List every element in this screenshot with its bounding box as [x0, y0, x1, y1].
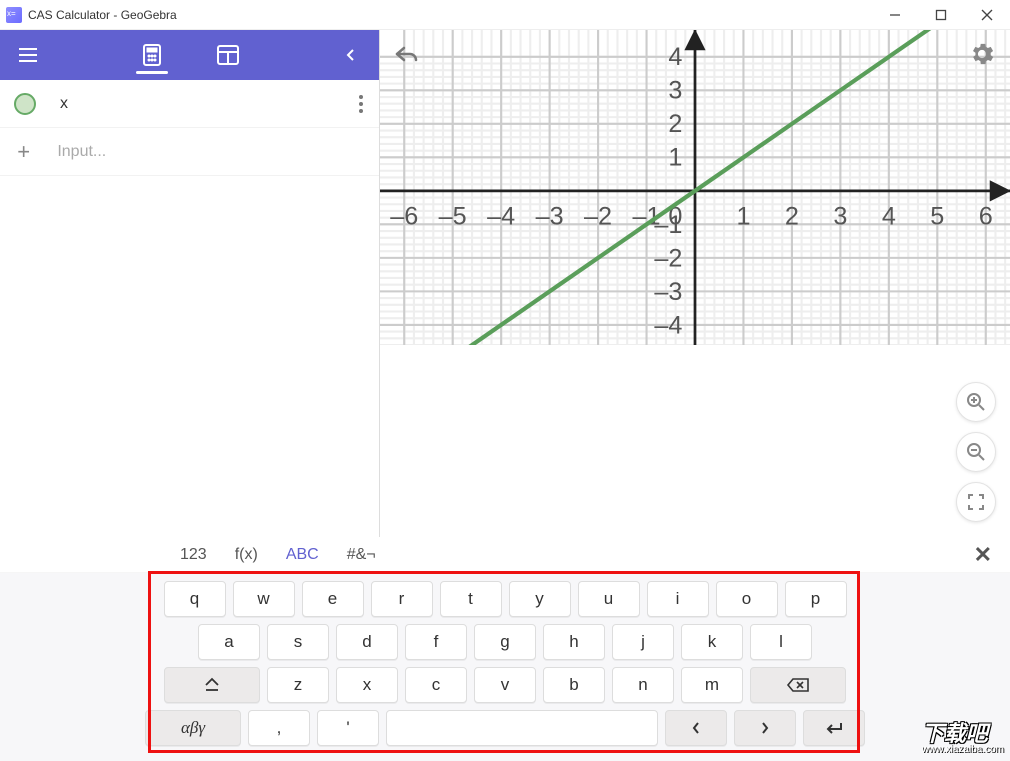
key-apostrophe[interactable]: '	[317, 710, 379, 746]
svg-text:–4: –4	[487, 202, 515, 230]
input-field[interactable]	[57, 143, 371, 161]
settings-button[interactable]	[968, 40, 996, 71]
key-m[interactable]: m	[681, 667, 743, 703]
zoom-in-button[interactable]	[956, 382, 996, 422]
kb-row-2: a s d f g h j k l	[0, 624, 1010, 660]
svg-text:3: 3	[833, 202, 847, 230]
window-title: CAS Calculator - GeoGebra	[28, 8, 872, 22]
key-e[interactable]: e	[302, 581, 364, 617]
view-switcher	[56, 30, 323, 80]
svg-text:–6: –6	[390, 202, 418, 230]
undo-button[interactable]	[394, 44, 420, 67]
key-c[interactable]: c	[405, 667, 467, 703]
table-view-button[interactable]	[208, 30, 248, 80]
key-left[interactable]	[665, 710, 727, 746]
svg-text:5: 5	[930, 202, 944, 230]
keyboard-close-button[interactable]: ✕	[974, 542, 992, 568]
keyboard-tabs: 123 f(x) ABC #&¬ ✕	[0, 537, 1010, 573]
svg-text:3: 3	[668, 77, 682, 105]
key-p[interactable]: p	[785, 581, 847, 617]
kb-row-4: αβγ , '	[0, 710, 1010, 746]
kb-row-1: q w e r t y u i o p	[0, 581, 1010, 617]
keyboard-board: q w e r t y u i o p a s d f g h j k l z …	[0, 573, 1010, 761]
svg-text:4: 4	[882, 202, 896, 230]
svg-text:2: 2	[785, 202, 799, 230]
key-backspace[interactable]	[750, 667, 846, 703]
svg-text:–5: –5	[439, 202, 467, 230]
app-icon	[6, 7, 22, 23]
minimize-button[interactable]	[872, 0, 918, 30]
row-more-button[interactable]	[351, 95, 371, 113]
key-n[interactable]: n	[612, 667, 674, 703]
expression-row[interactable]: x	[0, 80, 379, 128]
key-w[interactable]: w	[233, 581, 295, 617]
kb-tab-123[interactable]: 123	[180, 546, 207, 564]
svg-text:2: 2	[668, 110, 682, 138]
key-f[interactable]: f	[405, 624, 467, 660]
zoom-out-button[interactable]	[956, 432, 996, 472]
calc-view-button[interactable]	[132, 30, 172, 80]
key-y[interactable]: y	[509, 581, 571, 617]
svg-text:1: 1	[668, 144, 682, 172]
svg-text:–4: –4	[654, 311, 682, 339]
key-u[interactable]: u	[578, 581, 640, 617]
graph-panel[interactable]: –6–5–4–3–2–1123456–4–3–2–112340	[380, 30, 1010, 536]
key-t[interactable]: t	[440, 581, 502, 617]
virtual-keyboard: 123 f(x) ABC #&¬ ✕ q w e r t y u i o p a…	[0, 537, 1010, 761]
cas-toolbar	[0, 30, 379, 80]
collapse-panel-button[interactable]	[323, 30, 379, 80]
svg-text:6: 6	[979, 202, 993, 230]
window-titlebar: CAS Calculator - GeoGebra	[0, 0, 1010, 30]
key-comma[interactable]: ,	[248, 710, 310, 746]
window-controls	[872, 0, 1010, 30]
input-row[interactable]: +	[0, 128, 379, 176]
svg-text:4: 4	[668, 43, 682, 71]
key-space[interactable]	[386, 710, 658, 746]
zoom-controls	[956, 382, 996, 522]
maximize-button[interactable]	[918, 0, 964, 30]
key-z[interactable]: z	[267, 667, 329, 703]
menu-button[interactable]	[0, 30, 56, 80]
expression-text: x	[60, 95, 351, 113]
key-greek[interactable]: αβγ	[145, 710, 241, 746]
key-o[interactable]: o	[716, 581, 778, 617]
key-enter[interactable]	[803, 710, 865, 746]
kb-tab-fx[interactable]: f(x)	[235, 546, 258, 564]
key-r[interactable]: r	[371, 581, 433, 617]
svg-text:–3: –3	[654, 278, 682, 306]
key-x[interactable]: x	[336, 667, 398, 703]
key-q[interactable]: q	[164, 581, 226, 617]
kb-tab-abc[interactable]: ABC	[286, 546, 319, 564]
svg-text:1: 1	[736, 202, 750, 230]
key-right[interactable]	[734, 710, 796, 746]
svg-text:–3: –3	[536, 202, 564, 230]
key-shift[interactable]	[164, 667, 260, 703]
key-h[interactable]: h	[543, 624, 605, 660]
add-icon: +	[14, 139, 33, 165]
key-s[interactable]: s	[267, 624, 329, 660]
key-l[interactable]: l	[750, 624, 812, 660]
kb-row-3: z x c v b n m	[0, 667, 1010, 703]
key-j[interactable]: j	[612, 624, 674, 660]
kb-tab-symbols[interactable]: #&¬	[347, 546, 376, 564]
key-b[interactable]: b	[543, 667, 605, 703]
visibility-toggle[interactable]	[14, 93, 36, 115]
fullscreen-button[interactable]	[956, 482, 996, 522]
graph-canvas[interactable]: –6–5–4–3–2–1123456–4–3–2–112340	[380, 30, 1010, 345]
key-i[interactable]: i	[647, 581, 709, 617]
key-k[interactable]: k	[681, 624, 743, 660]
key-a[interactable]: a	[198, 624, 260, 660]
close-button[interactable]	[964, 0, 1010, 30]
key-d[interactable]: d	[336, 624, 398, 660]
key-v[interactable]: v	[474, 667, 536, 703]
svg-text:–2: –2	[584, 202, 612, 230]
svg-text:–2: –2	[654, 244, 682, 272]
key-g[interactable]: g	[474, 624, 536, 660]
